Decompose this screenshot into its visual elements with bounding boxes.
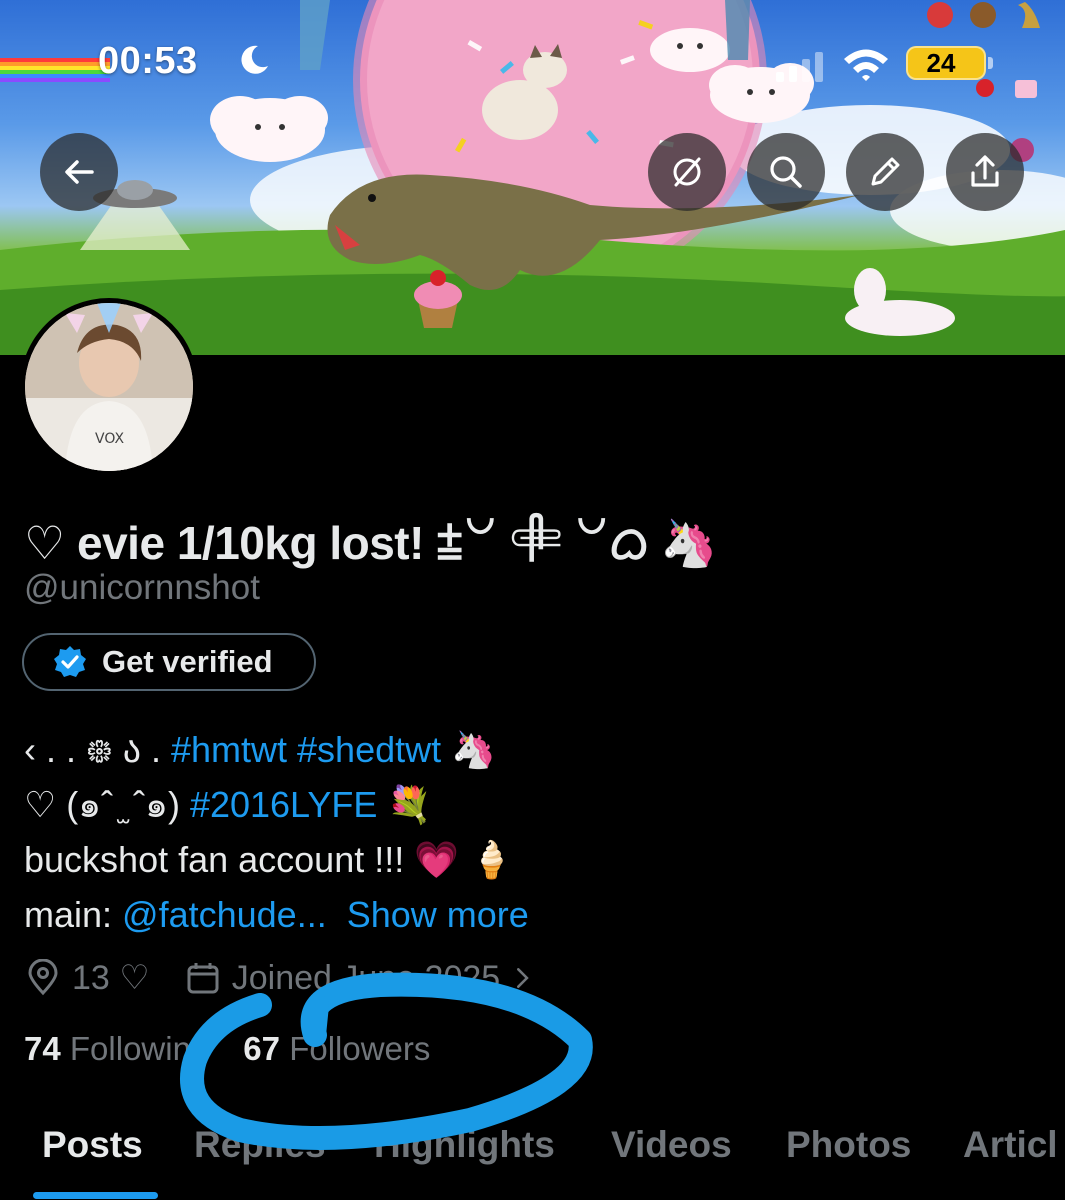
focus-moon-icon bbox=[241, 45, 268, 74]
search-icon bbox=[770, 156, 802, 188]
bio-main-account-link[interactable]: @fatchude... bbox=[122, 894, 327, 935]
show-more-link[interactable]: Show more bbox=[347, 894, 529, 935]
share-button[interactable] bbox=[946, 133, 1024, 211]
joined-date: Joined June 2025 bbox=[231, 958, 501, 997]
bio-hashtags[interactable]: #hmtwt #shedtwt bbox=[171, 729, 441, 770]
avatar-photo: VOX bbox=[25, 303, 193, 471]
back-arrow-icon bbox=[65, 160, 94, 184]
tab-replies[interactable]: Replies bbox=[194, 1124, 326, 1166]
back-button[interactable] bbox=[40, 133, 118, 211]
location-pin-icon bbox=[28, 959, 58, 996]
tab-articles[interactable]: Articl bbox=[963, 1124, 1058, 1166]
followers-count: 67 bbox=[243, 1030, 281, 1067]
verified-badge-icon bbox=[54, 646, 86, 677]
bio-line1-prefix: ‹ . . ᪥ ა . bbox=[24, 729, 171, 770]
bio-line-1: ‹ . . ᪥ ა . #hmtwt #shedtwt 🦄 bbox=[24, 722, 529, 777]
tab-videos[interactable]: Videos bbox=[611, 1124, 732, 1166]
followers-label: Followers bbox=[289, 1030, 431, 1067]
calendar-icon bbox=[187, 963, 219, 994]
bio-line-2: ♡ (๑ˆ ̫ ˆ๑) #2016LYFE 💐 bbox=[24, 777, 529, 832]
bio-hashtag-2016lyfe[interactable]: #2016LYFE bbox=[190, 784, 377, 825]
battery-indicator: 24 bbox=[906, 46, 986, 80]
profile-handle: @unicornnshot bbox=[24, 568, 260, 607]
battery-tip bbox=[988, 57, 993, 69]
profile-meta: 13 ♡ Joined June 2025 bbox=[24, 955, 548, 1001]
get-verified-button[interactable]: Get verified bbox=[22, 633, 316, 691]
profile-location: 13 ♡ bbox=[72, 959, 150, 997]
following-label: Following bbox=[69, 1030, 210, 1067]
following-link[interactable]: 74 Following bbox=[24, 1030, 209, 1068]
grok-button[interactable] bbox=[648, 133, 726, 211]
tab-photos[interactable]: Photos bbox=[786, 1124, 911, 1166]
share-icon bbox=[971, 155, 999, 187]
followers-link[interactable]: 67 Followers bbox=[243, 1030, 430, 1068]
bio-line1-suffix: 🦄 bbox=[441, 729, 496, 770]
bio-line-3: buckshot fan account !!! 💗 🍦 bbox=[24, 839, 514, 880]
search-button[interactable] bbox=[747, 133, 825, 211]
avatar-portrait-image: VOX bbox=[25, 303, 193, 471]
bio-line4-prefix: main: bbox=[24, 894, 123, 935]
tab-highlights[interactable]: Highlights bbox=[374, 1124, 555, 1166]
bio-line2-prefix: ♡ (๑ˆ ̫ ˆ๑) bbox=[24, 784, 190, 825]
chevron-right-icon[interactable] bbox=[508, 963, 538, 993]
status-bar: 00:53 24 bbox=[0, 40, 1065, 90]
battery-level: 24 bbox=[926, 47, 956, 78]
profile-avatar[interactable]: VOX bbox=[20, 298, 198, 476]
svg-text:VOX: VOX bbox=[95, 431, 124, 447]
wifi-icon bbox=[844, 49, 888, 81]
cellular-signal-icon bbox=[776, 52, 823, 82]
get-verified-label: Get verified bbox=[102, 644, 273, 679]
edit-button[interactable] bbox=[846, 133, 924, 211]
tab-posts[interactable]: Posts bbox=[42, 1124, 143, 1166]
grok-icon bbox=[673, 157, 701, 187]
status-clock: 00:53 bbox=[98, 40, 198, 82]
bio-line-4: main: @fatchude... Show more bbox=[24, 887, 529, 942]
follow-stats: 74 Following 67 Followers bbox=[24, 1030, 430, 1068]
display-name: ♡ evie 1/10kg lost! ⩲꒡ 𓄸 ꒡ᜊ 🦄 bbox=[24, 517, 718, 569]
following-count: 74 bbox=[24, 1030, 61, 1067]
profile-tabs: Posts Replies Highlights Videos Photos A… bbox=[0, 1118, 1065, 1200]
profile-bio: ‹ . . ᪥ ა . #hmtwt #shedtwt 🦄 ♡ (๑ˆ ̫ ˆ๑… bbox=[24, 722, 529, 942]
active-tab-indicator bbox=[33, 1192, 158, 1199]
pencil-icon bbox=[871, 157, 900, 186]
bio-line2-suffix: 💐 bbox=[377, 784, 433, 825]
